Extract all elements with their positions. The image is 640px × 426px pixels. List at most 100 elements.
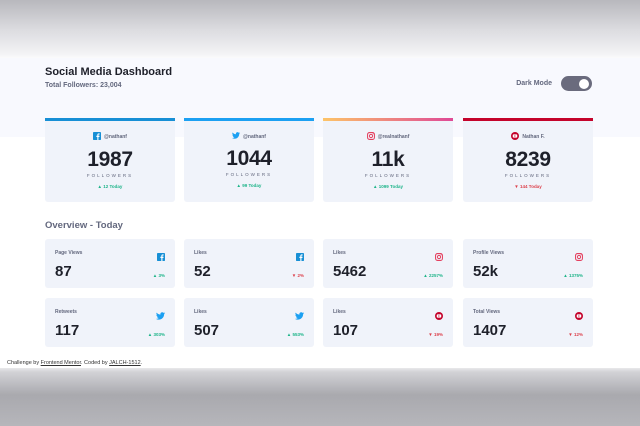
tile-value: 52k bbox=[473, 263, 499, 280]
tile-label: Total Views bbox=[473, 309, 501, 315]
card-youtube[interactable]: Nathan F. 8239 FOLLOWERS ▼ 144 Today bbox=[463, 118, 593, 202]
card-accent-bar bbox=[184, 118, 314, 121]
card-delta: ▲ 99 Today bbox=[236, 183, 262, 188]
card-unit: FOLLOWERS bbox=[364, 173, 412, 178]
card-accent-bar bbox=[45, 118, 175, 121]
tile-value: 117 bbox=[55, 322, 80, 339]
card-count: 11k bbox=[371, 148, 405, 171]
card-unit: FOLLOWERS bbox=[86, 173, 134, 178]
tile-label: Likes bbox=[194, 250, 207, 256]
card-accent-bar bbox=[463, 118, 593, 121]
toggle-knob bbox=[579, 78, 589, 89]
card-count: 1987 bbox=[87, 148, 133, 171]
footer-prefix: Challenge by bbox=[7, 360, 41, 366]
overview-tile[interactable]: Page Views 87 ▲ 3% bbox=[45, 239, 175, 288]
tile-delta: ▲ 1375% bbox=[563, 273, 583, 278]
footer-middle: . Coded by bbox=[81, 360, 110, 366]
card-delta-text: 99 Today bbox=[242, 183, 262, 188]
card-handle-text: @realnathanf bbox=[377, 134, 410, 140]
tile-delta-text: 303% bbox=[153, 332, 165, 337]
overview-tile[interactable]: Retweets 117 ▲ 303% bbox=[45, 298, 175, 347]
dark-mode-control: Dark Mode bbox=[516, 76, 592, 91]
youtube-icon bbox=[435, 307, 443, 325]
card-handle: @realnathanf bbox=[323, 132, 453, 142]
youtube-icon bbox=[575, 307, 583, 325]
card-count: 8239 bbox=[505, 148, 551, 171]
card-facebook[interactable]: @nathanf 1987 FOLLOWERS ▲ 12 Today bbox=[45, 118, 175, 202]
tile-delta-text: 12% bbox=[573, 332, 583, 337]
tile-value: 52 bbox=[194, 263, 211, 280]
tile-label: Likes bbox=[194, 309, 207, 315]
facebook-icon bbox=[157, 248, 165, 266]
tile-label: Page Views bbox=[55, 250, 83, 256]
facebook-icon bbox=[93, 132, 102, 142]
twitter-icon bbox=[232, 132, 241, 141]
card-count: 1044 bbox=[226, 147, 272, 170]
card-twitter[interactable]: @nathanf 1044 FOLLOWERS ▲ 99 Today bbox=[184, 118, 314, 202]
card-accent-bar bbox=[323, 118, 453, 121]
tile-delta-text: 3% bbox=[158, 273, 165, 278]
card-handle-text: @nathanf bbox=[243, 133, 266, 140]
instagram-icon bbox=[435, 248, 443, 266]
author-link[interactable]: JALCH-1512 bbox=[109, 360, 141, 366]
card-handle-text: @nathanf bbox=[104, 134, 127, 140]
overview-title: Overview - Today bbox=[45, 220, 123, 231]
footer-suffix: . bbox=[140, 360, 143, 366]
tile-delta: ▲ 2257% bbox=[423, 273, 443, 278]
tile-delta-text: 553% bbox=[292, 332, 304, 337]
tile-delta: ▲ 553% bbox=[286, 332, 304, 337]
dark-mode-label: Dark Mode bbox=[516, 80, 552, 87]
total-followers: Total Followers: 23,004 bbox=[45, 82, 122, 89]
attribution-footer: Challenge by Frontend Mentor. Coded by J… bbox=[7, 360, 142, 366]
tile-value: 1407 bbox=[473, 322, 507, 339]
facebook-icon bbox=[296, 248, 304, 266]
card-delta-text: 144 Today bbox=[520, 184, 542, 189]
card-delta-text: 1099 Today bbox=[378, 184, 403, 189]
tile-label: Likes bbox=[333, 309, 346, 315]
overview-tile[interactable]: Likes 5462 ▲ 2257% bbox=[323, 239, 453, 288]
card-delta: ▲ 12 Today bbox=[97, 184, 123, 189]
header: Social Media Dashboard Total Followers: … bbox=[45, 66, 172, 89]
twitter-icon bbox=[156, 307, 165, 325]
tile-value: 107 bbox=[333, 322, 359, 339]
follower-cards: @nathanf 1987 FOLLOWERS ▲ 12 Today @nath… bbox=[45, 118, 593, 202]
tile-delta: ▼ 2% bbox=[291, 273, 304, 278]
tile-delta: ▼ 19% bbox=[428, 332, 443, 337]
tile-value: 87 bbox=[55, 263, 72, 280]
card-handle: @nathanf bbox=[184, 132, 314, 141]
card-handle-text: Nathan F. bbox=[522, 134, 545, 140]
instagram-icon bbox=[575, 248, 583, 266]
card-unit: FOLLOWERS bbox=[504, 173, 552, 178]
youtube-icon bbox=[511, 132, 520, 142]
card-instagram[interactable]: @realnathanf 11k FOLLOWERS ▲ 1099 Today bbox=[323, 118, 453, 202]
tile-delta: ▲ 3% bbox=[152, 273, 165, 278]
tile-label: Likes bbox=[333, 250, 346, 256]
tile-delta-text: 19% bbox=[433, 332, 443, 337]
tile-value: 5462 bbox=[333, 263, 367, 280]
dark-mode-toggle[interactable] bbox=[561, 76, 592, 91]
overview-tile[interactable]: Likes 52 ▼ 2% bbox=[184, 239, 314, 288]
tile-label: Profile Views bbox=[473, 250, 505, 256]
card-handle: @nathanf bbox=[45, 132, 175, 142]
tile-delta-text: 1375% bbox=[568, 273, 583, 278]
instagram-icon bbox=[366, 132, 375, 142]
overview-tile[interactable]: Total Views 1407 ▼ 12% bbox=[463, 298, 593, 347]
dashboard-page: Social Media Dashboard Total Followers: … bbox=[0, 58, 640, 368]
frontend-mentor-link[interactable]: Frontend Mentor bbox=[41, 360, 81, 366]
tile-delta: ▼ 12% bbox=[568, 332, 583, 337]
overview-tile[interactable]: Likes 507 ▲ 553% bbox=[184, 298, 314, 347]
card-delta-text: 12 Today bbox=[103, 184, 123, 189]
card-unit: FOLLOWERS bbox=[225, 172, 273, 177]
tile-label: Retweets bbox=[55, 309, 77, 315]
tile-delta-text: 2% bbox=[297, 273, 304, 278]
overview-tile[interactable]: Likes 107 ▼ 19% bbox=[323, 298, 453, 347]
card-handle: Nathan F. bbox=[463, 132, 593, 142]
card-delta: ▼ 144 Today bbox=[514, 184, 542, 189]
card-delta: ▲ 1099 Today bbox=[373, 184, 403, 189]
overview-tile[interactable]: Profile Views 52k ▲ 1375% bbox=[463, 239, 593, 288]
twitter-icon bbox=[295, 307, 304, 325]
tile-value: 507 bbox=[194, 322, 220, 339]
tile-delta-text: 2257% bbox=[428, 273, 443, 278]
tile-delta: ▲ 303% bbox=[147, 332, 165, 337]
page-title: Social Media Dashboard bbox=[45, 66, 173, 78]
